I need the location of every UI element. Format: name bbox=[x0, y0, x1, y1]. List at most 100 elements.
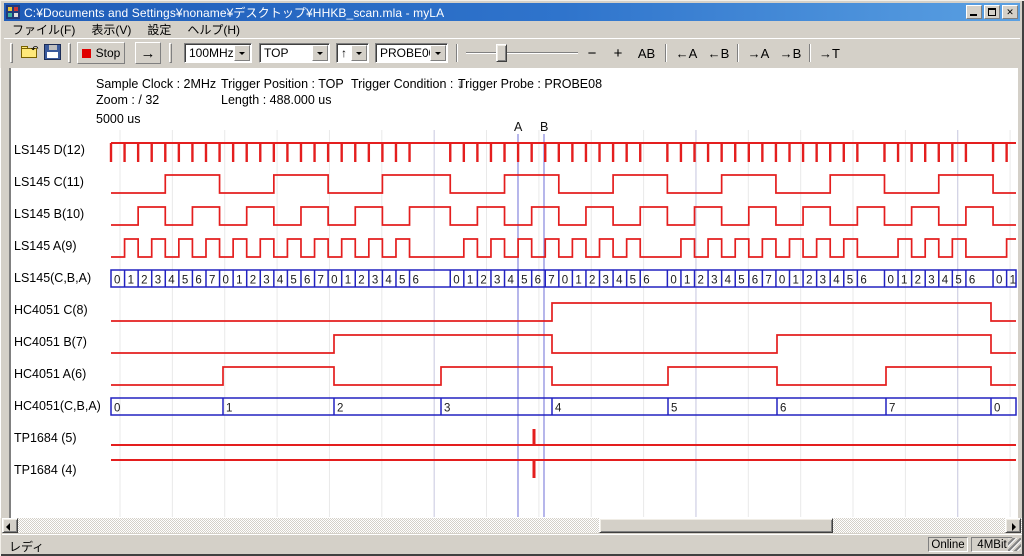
info-trigger-position: Trigger Position : TOP bbox=[221, 77, 344, 91]
bus-value: 1 bbox=[793, 275, 799, 287]
window-title: C:¥Documents and Settings¥noname¥デスクトップ¥… bbox=[24, 4, 444, 21]
chevron-down-icon[interactable] bbox=[351, 45, 367, 61]
bus-value: 0 bbox=[223, 275, 229, 287]
digital-wave bbox=[111, 303, 1016, 321]
bus-value: 3 bbox=[603, 275, 609, 287]
bus-value: 6 bbox=[752, 275, 758, 287]
bus-value: 6 bbox=[535, 275, 541, 287]
bus-value: 7 bbox=[889, 403, 895, 415]
bus-value: 5 bbox=[290, 275, 296, 287]
channel-label: HC4051 A(6) bbox=[14, 367, 86, 381]
goto-marker-b-left-button[interactable]: ←B bbox=[704, 42, 733, 64]
maximize-button[interactable] bbox=[984, 5, 1000, 19]
toolbar-separator bbox=[809, 44, 811, 62]
bus-value: 2 bbox=[141, 275, 147, 287]
scrollbar-thumb[interactable] bbox=[599, 518, 833, 533]
chevron-down-icon[interactable] bbox=[234, 45, 250, 61]
bus-value: 1 bbox=[575, 275, 581, 287]
save-file-icon[interactable] bbox=[44, 44, 61, 60]
toolbar-separator bbox=[737, 44, 739, 62]
bus-value: 7 bbox=[765, 275, 771, 287]
zoom-slider[interactable] bbox=[466, 42, 578, 64]
bus-value: 3 bbox=[372, 275, 378, 287]
bus-value: 5 bbox=[182, 275, 188, 287]
digital-wave bbox=[111, 239, 1016, 257]
minimize-button[interactable] bbox=[966, 5, 982, 19]
info-zoom: Zoom : / 32 bbox=[96, 93, 159, 107]
trigger-probe-combo[interactable]: PROBE00 bbox=[375, 43, 448, 63]
bus-value: 1 bbox=[901, 275, 907, 287]
run-button[interactable]: → bbox=[135, 42, 161, 64]
bus-value: 4 bbox=[555, 403, 562, 415]
open-file-icon[interactable]: ↶ bbox=[19, 44, 41, 62]
goto-marker-a-left-button[interactable]: ←A bbox=[672, 42, 701, 64]
digital-wave bbox=[111, 367, 1016, 385]
bus-value: 4 bbox=[385, 275, 392, 287]
resize-grip-icon[interactable] bbox=[1008, 538, 1021, 551]
menu-settings[interactable]: 設定 bbox=[139, 20, 179, 39]
bus-value: 1 bbox=[684, 275, 690, 287]
bus-value: 1 bbox=[1010, 275, 1016, 287]
menu-view[interactable]: 表示(V) bbox=[83, 20, 139, 39]
channel-label: LS145 C(11) bbox=[14, 175, 84, 189]
bus-value: 4 bbox=[616, 275, 623, 287]
bus-value: 6 bbox=[860, 275, 866, 287]
toolbar-separator bbox=[665, 44, 667, 62]
timeline-scale-label: 5000 us bbox=[96, 112, 140, 126]
bus-value: 5 bbox=[399, 275, 405, 287]
bus-value: 3 bbox=[263, 275, 269, 287]
toolbar-grip[interactable] bbox=[169, 43, 172, 63]
info-sample-clock: Sample Clock : 2MHz bbox=[96, 77, 216, 91]
menu-file[interactable]: ファイル(F) bbox=[4, 20, 83, 39]
digital-wave bbox=[111, 335, 1016, 353]
channel-label: TP1684 (4) bbox=[14, 463, 77, 477]
slider-handle[interactable] bbox=[496, 44, 507, 62]
bus-value: 0 bbox=[887, 275, 893, 287]
status-memory-panel: 4MBit bbox=[971, 537, 1013, 552]
channel-label: TP1684 (5) bbox=[14, 431, 77, 445]
trigger-edge-combo[interactable]: ↑ bbox=[336, 43, 369, 63]
close-button[interactable]: ✕ bbox=[1002, 5, 1018, 19]
bus-value: 6 bbox=[195, 275, 201, 287]
goto-marker-b-right-button[interactable]: →B bbox=[776, 42, 805, 64]
scroll-right-arrow[interactable] bbox=[1005, 518, 1021, 533]
stop-button[interactable]: Stop bbox=[77, 42, 125, 64]
bus-value: 7 bbox=[209, 275, 215, 287]
chevron-down-icon[interactable] bbox=[312, 45, 328, 61]
toolbar-separator bbox=[456, 44, 458, 62]
bus-value: 2 bbox=[589, 275, 595, 287]
status-online-panel: Online bbox=[928, 537, 968, 552]
channel-label: HC4051(C,B,A) bbox=[14, 399, 101, 413]
goto-marker-a-right-button[interactable]: →A bbox=[744, 42, 773, 64]
bus-value: 6 bbox=[643, 275, 649, 287]
bus-value: 2 bbox=[337, 403, 343, 415]
bus-value: 2 bbox=[698, 275, 704, 287]
info-trigger-condition: Trigger Condition : ↓ bbox=[351, 77, 463, 91]
bus-value: 4 bbox=[277, 275, 284, 287]
bus-value: 4 bbox=[725, 275, 732, 287]
toolbar-grip[interactable] bbox=[68, 43, 71, 63]
app-window: C:¥Documents and Settings¥noname¥デスクトップ¥… bbox=[0, 0, 1024, 556]
toolbar-grip[interactable] bbox=[10, 43, 13, 63]
chevron-down-icon[interactable] bbox=[430, 45, 446, 61]
scroll-left-arrow[interactable] bbox=[2, 518, 18, 533]
bus-value: 0 bbox=[453, 275, 459, 287]
goto-trigger-button[interactable]: →T bbox=[816, 42, 843, 64]
waveform-pane: AB01234567012345670123456012345670123456… bbox=[10, 68, 1018, 518]
sample-rate-combo[interactable]: 100MHz bbox=[184, 43, 252, 63]
bus-value: 1 bbox=[236, 275, 242, 287]
bus-value: 6 bbox=[969, 275, 975, 287]
channel-label: LS145 B(10) bbox=[14, 207, 84, 221]
zoom-in-button[interactable]: + bbox=[608, 42, 628, 64]
digital-wave bbox=[111, 207, 1016, 225]
zoom-out-button[interactable]: − bbox=[582, 42, 602, 64]
zoom-ab-button[interactable]: AB bbox=[633, 42, 660, 64]
menu-help[interactable]: ヘルプ(H) bbox=[179, 20, 248, 39]
bus-value: 3 bbox=[444, 403, 450, 415]
bus-value: 6 bbox=[413, 275, 419, 287]
horizontal-scrollbar[interactable] bbox=[2, 518, 1022, 533]
bus-value: 1 bbox=[467, 275, 473, 287]
app-icon[interactable] bbox=[6, 5, 20, 19]
bus-value: 3 bbox=[820, 275, 826, 287]
trigger-position-combo[interactable]: TOP bbox=[259, 43, 330, 63]
